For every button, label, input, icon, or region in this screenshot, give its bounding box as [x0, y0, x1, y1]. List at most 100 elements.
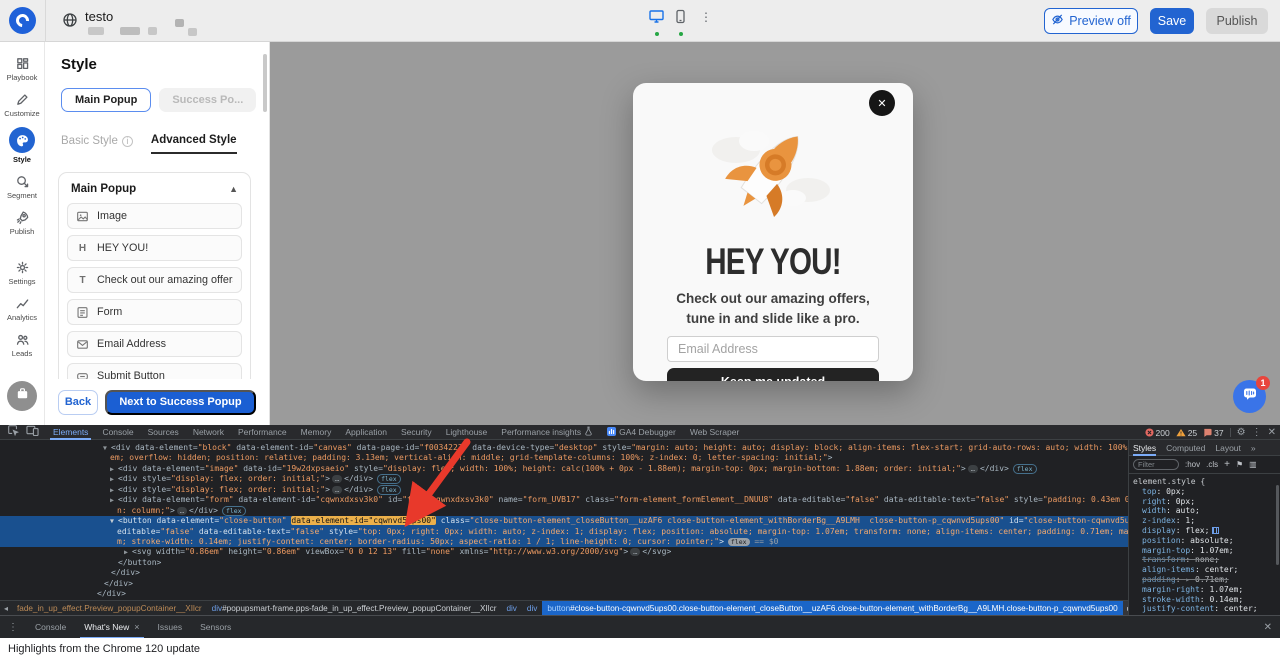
breadcrumb-item[interactable]: div	[501, 601, 521, 615]
css-property-top[interactable]: top: 0px;	[1133, 487, 1280, 497]
devtools-settings-gear-icon[interactable]: ⚙	[1237, 427, 1246, 438]
dom-node[interactable]: </button>	[0, 558, 1128, 568]
tab-advanced-style[interactable]: Advanced Style	[150, 134, 237, 154]
dom-node[interactable]: ▼ <div data-element="block" data-element-…	[0, 443, 1128, 453]
accordion-header[interactable]: Main Popup ▲	[67, 183, 242, 203]
whats-new-headline[interactable]: Highlights from the Chrome 120 update	[8, 643, 200, 655]
flag-icon[interactable]: ⚑	[1236, 460, 1243, 469]
drawer-close-icon[interactable]: ✕	[1264, 622, 1272, 633]
devtools-tab-web-scraper[interactable]: Web Scraper	[683, 425, 746, 440]
devtools-close-icon[interactable]: ✕	[1268, 427, 1276, 438]
css-property-margin-right[interactable]: margin-right: 1.07em;	[1133, 585, 1280, 595]
new-style-rule-button[interactable]: +	[1224, 459, 1230, 470]
drawer-menu-kebab-icon[interactable]: ⋮	[0, 622, 26, 633]
devtools-tab-performance-insights[interactable]: Performance insights	[494, 425, 600, 440]
element-item-form[interactable]: Form	[67, 299, 242, 325]
dom-node[interactable]: ▶ <div style="display: flex; order: initi…	[0, 484, 1128, 495]
sidebar-item-analytics[interactable]: Analytics	[0, 295, 45, 322]
devtools-tab-console[interactable]: Console	[95, 425, 140, 440]
devtools-tab-security[interactable]: Security	[394, 425, 439, 440]
dom-node[interactable]: </div>	[0, 568, 1128, 578]
css-property-display[interactable]: display: flex;	[1133, 526, 1280, 536]
dom-node[interactable]: ▶ <div data-element="form" data-element-i…	[0, 495, 1128, 505]
devtools-menu-kebab-icon[interactable]: ⋮	[1252, 427, 1262, 438]
popup-submit-button[interactable]: Keep me updated	[667, 368, 879, 381]
sidebar-item-settings[interactable]: Settings	[0, 259, 45, 286]
element-style-selector[interactable]: element.style {	[1133, 477, 1280, 487]
tab-basic-style[interactable]: Basic Style i	[61, 134, 133, 154]
styles-tab-layout[interactable]: Layout	[1215, 440, 1241, 456]
sidebar-item-style[interactable]: Style	[0, 127, 45, 164]
css-property-z-index[interactable]: z-index: 1;	[1133, 516, 1280, 526]
dom-node[interactable]: </div>	[0, 589, 1128, 599]
devtools-tab-network[interactable]: Network	[186, 425, 231, 440]
css-property-position[interactable]: position: absolute;	[1133, 536, 1280, 546]
dom-node[interactable]: em; overflow: hidden; position: relative…	[0, 453, 1128, 463]
styles-tabs-overflow[interactable]: »	[1251, 440, 1256, 456]
dom-node[interactable]: ▶ <svg width="0.86em" height="0.86em" vie…	[0, 547, 1128, 557]
dom-node[interactable]: ▶ <div style="display: flex; order: initi…	[0, 474, 1128, 485]
panel-layout-icon[interactable]: ▥	[1249, 460, 1257, 469]
drawer-tab-console[interactable]: Console	[26, 616, 75, 639]
issues-count[interactable]: 37	[1203, 428, 1224, 438]
preview-off-button[interactable]: Preview off	[1044, 8, 1138, 34]
device-toolbar-icon[interactable]	[26, 423, 39, 441]
sidebar-item-publish[interactable]: Publish	[0, 209, 45, 236]
breadcrumb-item[interactable]: fade_in_up_effect.Preview_popupContainer…	[12, 601, 207, 615]
css-property-right[interactable]: right: 0px;	[1133, 497, 1280, 507]
css-property-transform[interactable]: transform: none;	[1133, 555, 1280, 565]
sidebar-item-playbook[interactable]: Playbook	[0, 55, 45, 82]
selected-dom-node[interactable]: m; stroke-width: 0.14em; justify-content…	[0, 536, 1128, 548]
selected-dom-node[interactable]: ▼ <button data-element="close-button" dat…	[0, 516, 1128, 527]
css-property-width[interactable]: width: auto;	[1133, 506, 1280, 516]
css-property-align-items[interactable]: align-items: center;	[1133, 565, 1280, 575]
popupsmart-logo-icon[interactable]	[9, 7, 36, 34]
save-button[interactable]: Save	[1150, 8, 1194, 34]
element-item-email-address[interactable]: Email Address	[67, 331, 242, 357]
popup-body-text[interactable]: Check out our amazing offers, tune in an…	[661, 289, 885, 328]
breadcrumb-item[interactable]: div	[522, 601, 542, 615]
devtools-tab-elements[interactable]: Elements	[46, 425, 95, 440]
devtools-tab-performance[interactable]: Performance	[231, 425, 294, 440]
styles-scrollbar[interactable]	[1276, 485, 1279, 565]
desktop-toggle[interactable]	[648, 9, 665, 36]
css-property-padding[interactable]: padding: ▸ 0.71em;	[1133, 575, 1280, 585]
css-property-margin-top[interactable]: margin-top: 1.07em;	[1133, 546, 1280, 556]
devtools-tab-ga4-debugger[interactable]: GA4 Debugger	[600, 425, 683, 440]
mobile-toggle[interactable]	[675, 9, 686, 36]
devtools-tab-memory[interactable]: Memory	[294, 425, 339, 440]
drawer-tab-close-icon[interactable]: ×	[134, 622, 139, 632]
dom-node[interactable]: ▶ <div data-element="image" data-id="19w2…	[0, 463, 1128, 474]
inspect-element-icon[interactable]	[7, 423, 20, 441]
sidebar-item-leads[interactable]: Leads	[0, 331, 45, 358]
workspace-launcher-button[interactable]	[7, 381, 37, 411]
devtools-tab-sources[interactable]: Sources	[141, 425, 186, 440]
dom-node[interactable]: n: column;">… </div> flex	[0, 505, 1128, 516]
tab-success-po-[interactable]: Success Po...	[159, 88, 257, 112]
panel-scrollbar[interactable]	[263, 54, 267, 112]
sidebar-item-segment[interactable]: Segment	[0, 173, 45, 200]
element-item-image[interactable]: Image	[67, 203, 242, 229]
device-menu-kebab-icon[interactable]: ⋮	[696, 9, 716, 25]
error-count[interactable]: 200	[1144, 428, 1170, 438]
popup-heading[interactable]: HEY YOU!	[661, 243, 885, 280]
next-to-success-popup-button[interactable]: Next to Success Popup	[105, 389, 256, 415]
sidebar-item-customize[interactable]: Customize	[0, 91, 45, 118]
element-item-hey-you-[interactable]: H HEY YOU!	[67, 235, 242, 261]
css-property-justify-content[interactable]: justify-content: center;	[1133, 604, 1280, 614]
flex-editor-icon[interactable]	[1212, 526, 1220, 534]
devtools-tab-lighthouse[interactable]: Lighthouse	[439, 425, 495, 440]
publish-button[interactable]: Publish	[1206, 8, 1268, 34]
drawer-tab-what-s-new[interactable]: What's New ×	[75, 616, 148, 639]
element-item-check-out-our-amazing-of[interactable]: T Check out our amazing offers, tune...	[67, 267, 242, 293]
drawer-tab-sensors[interactable]: Sensors	[191, 616, 240, 639]
styles-filter-input[interactable]	[1133, 459, 1179, 470]
elements-tree[interactable]: ▼ <div data-element="block" data-element-…	[0, 440, 1128, 600]
css-property-stroke-width[interactable]: stroke-width: 0.14em;	[1133, 595, 1280, 605]
breadcrumb-item-selected[interactable]: button #close-button-cqwnvd5ups00.close-b…	[542, 601, 1123, 615]
warning-count[interactable]: 25	[1176, 428, 1197, 438]
toggle-hover-state-button[interactable]: :hov	[1185, 460, 1200, 469]
selected-dom-node[interactable]: editable="false" data-editable-text="fal…	[0, 526, 1128, 537]
breadcrumb-scroll-left-icon[interactable]: ◂	[0, 604, 12, 613]
campaign-title[interactable]: testo	[85, 9, 113, 24]
